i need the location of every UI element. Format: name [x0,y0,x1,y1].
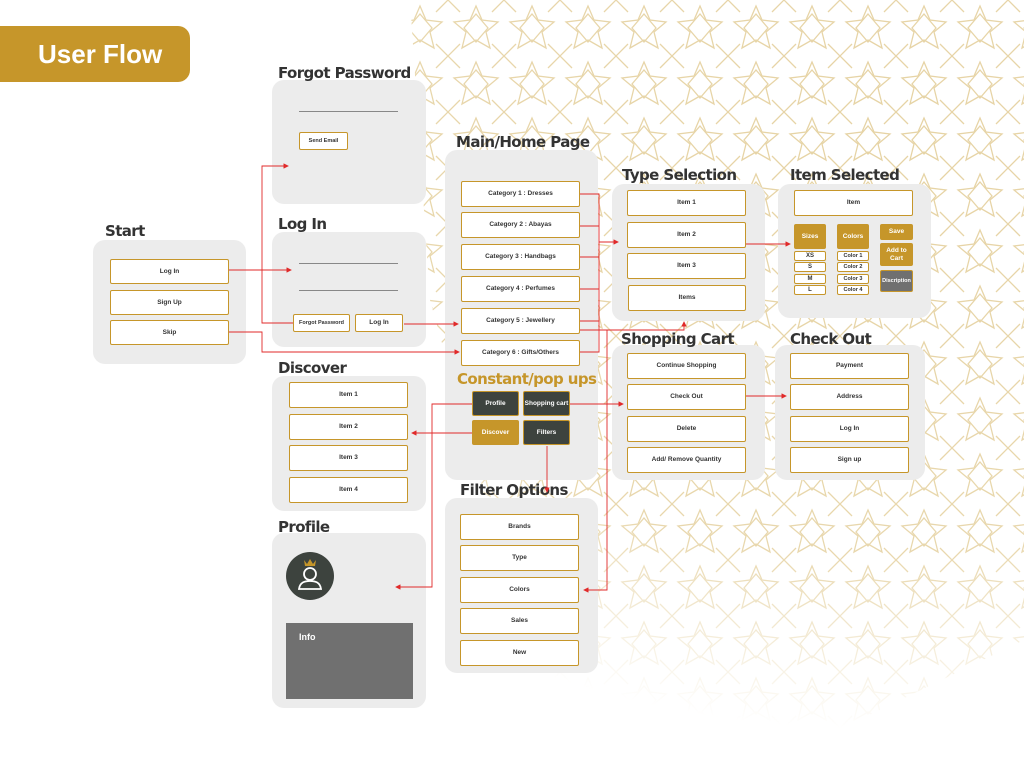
address-button[interactable]: Address [790,384,909,410]
send-email-button[interactable]: Send Email [299,132,348,150]
category-4[interactable]: Category 4 : Perfumes [461,276,580,302]
discover-item-2[interactable]: Item 2 [289,414,408,440]
continue-shopping-button[interactable]: Continue Shopping [627,353,746,379]
colors-label: Colors [837,224,869,249]
category-1[interactable]: Category 1 : Dresses [461,181,580,207]
forgot-password-panel [272,80,426,204]
start-skip-button[interactable]: Skip [110,320,229,345]
start-title: Start [105,222,145,240]
start-signup-button[interactable]: Sign Up [110,290,229,315]
type-item-1[interactable]: Item 1 [627,190,746,216]
start-login-button[interactable]: Log In [110,259,229,284]
filter-new[interactable]: New [460,640,579,666]
discover-item-1[interactable]: Item 1 [289,382,408,408]
forgot-password-button[interactable]: Forgot Password [293,314,350,332]
check-out-title: Check Out [790,330,872,348]
username-field-line[interactable] [299,263,398,264]
forgot-password-title: Forgot Password [278,64,411,82]
delete-button[interactable]: Delete [627,416,746,442]
size-m[interactable]: M [794,274,826,284]
constant-title: Constant/pop ups [457,370,597,388]
filter-sales[interactable]: Sales [460,608,579,634]
type-item-2[interactable]: Item 2 [627,222,746,248]
discover-title: Discover [278,359,347,377]
size-s[interactable]: S [794,262,826,272]
quantity-button[interactable]: Add/ Remove Quantity [627,447,746,473]
filter-colors[interactable]: Colors [460,577,579,603]
filter-options-title: Filter Options [460,481,568,499]
color-3[interactable]: Color 3 [837,274,869,284]
checkout-signup-button[interactable]: Sign up [790,447,909,473]
save-button[interactable]: Save [880,224,913,240]
filter-brands[interactable]: Brands [460,514,579,540]
type-items[interactable]: Items [628,285,746,311]
type-item-3[interactable]: Item 3 [627,253,746,279]
discover-item-3[interactable]: Item 3 [289,445,408,471]
popup-filters-button[interactable]: Filters [523,420,570,445]
add-to-cart-button[interactable]: Add to Cart [880,243,913,266]
type-selection-title: Type Selection [622,166,737,184]
discover-item-4[interactable]: Item 4 [289,477,408,503]
description-button[interactable]: Discription [880,270,913,292]
avatar[interactable] [286,552,334,600]
selected-item: Item [794,190,913,216]
category-6[interactable]: Category 6 : Gifts/Others [461,340,580,366]
profile-title: Profile [278,518,330,536]
home-title: Main/Home Page [456,133,590,151]
login-button[interactable]: Log In [355,314,403,332]
popup-shopping-cart-button[interactable]: Shopping cart [523,391,570,416]
profile-info-box: Info [286,623,413,699]
check-out-button[interactable]: Check Out [627,384,746,410]
color-2[interactable]: Color 2 [837,262,869,272]
email-field-line[interactable] [299,111,398,112]
size-l[interactable]: L [794,285,826,295]
shopping-cart-title: Shopping Cart [621,330,735,348]
color-4[interactable]: Color 4 [837,285,869,295]
page-header: User Flow [0,26,190,82]
category-5[interactable]: Category 5 : Jewellery [461,308,580,334]
category-2[interactable]: Category 2 : Abayas [461,212,580,238]
checkout-login-button[interactable]: Log In [790,416,909,442]
size-xs[interactable]: XS [794,251,826,261]
category-3[interactable]: Category 3 : Handbags [461,244,580,270]
item-selected-title: Item Selected [790,166,900,184]
payment-button[interactable]: Payment [790,353,909,379]
filter-type[interactable]: Type [460,545,579,571]
password-field-line[interactable] [299,290,398,291]
popup-discover-button[interactable]: Discover [472,420,519,445]
sizes-label: Sizes [794,224,826,249]
login-title: Log In [278,215,327,233]
user-icon [297,559,323,590]
popup-profile-button[interactable]: Profile [472,391,519,416]
color-1[interactable]: Color 1 [837,251,869,261]
